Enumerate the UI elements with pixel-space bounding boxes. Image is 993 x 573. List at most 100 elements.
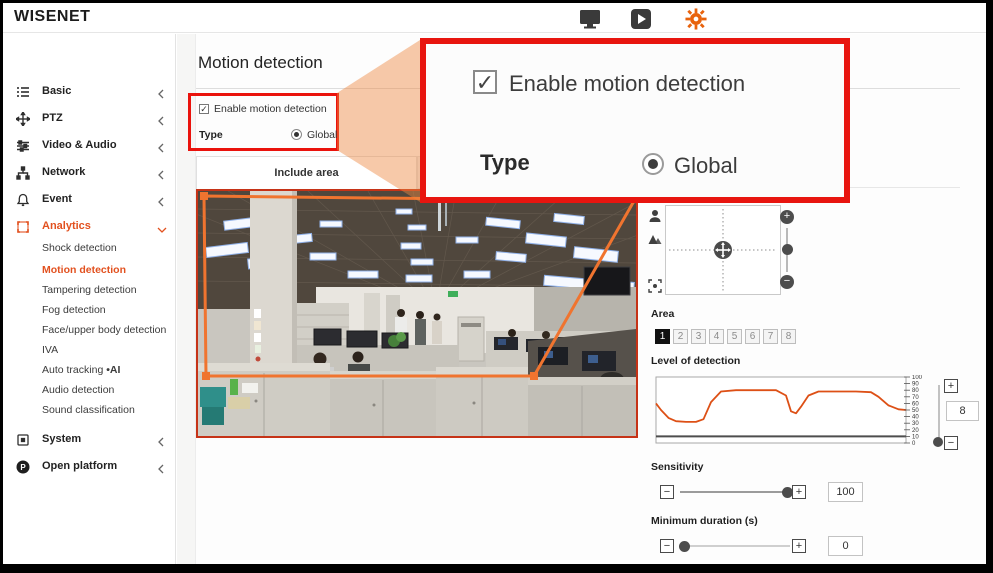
svg-text:20: 20 [912, 428, 919, 434]
area-button-3[interactable]: 3 [691, 329, 706, 344]
svg-text:80: 80 [912, 388, 919, 394]
sidebar-item-label: PTZ [42, 112, 63, 124]
sidebar-item-label: Basic [42, 85, 72, 97]
svg-text:70: 70 [912, 395, 919, 401]
sidebar-item-tampering-detection[interactable]: Tampering detection [3, 281, 176, 299]
sensitivity-value-box[interactable]: 100 [828, 482, 863, 502]
focus-icon[interactable] [648, 279, 662, 293]
sidebar-item-iva[interactable]: IVA [3, 341, 176, 359]
area-button-2[interactable]: 2 [673, 329, 688, 344]
sliders-icon [16, 139, 30, 153]
app-window: WISENET Basic PTZ Video & Audio Network … [0, 0, 993, 573]
sidebar-item-label: System [42, 433, 82, 445]
sidebar-item-event[interactable]: Event [3, 188, 176, 212]
sidebar-item-face-upper-body-detection[interactable]: Face/upper body detection [3, 321, 176, 339]
area-button-6[interactable]: 6 [745, 329, 760, 344]
chevron-left-icon [157, 86, 167, 99]
callout-radio-icon [642, 153, 664, 175]
area-button-1[interactable]: 1 [655, 329, 670, 344]
sidebar-item-label: Event [42, 193, 72, 205]
area-button-4[interactable]: 4 [709, 329, 724, 344]
sidebar-item-motion-detection[interactable]: Motion detection [3, 261, 176, 279]
zoom-in-button[interactable]: + [780, 210, 794, 224]
live-monitor-icon[interactable] [578, 8, 602, 30]
level-slider-track[interactable] [938, 385, 940, 443]
playback-icon[interactable] [629, 8, 653, 30]
level-of-detection-chart: 0102030405060708090100 [655, 375, 923, 447]
sensitivity-slider-handle[interactable] [782, 486, 793, 498]
min-duration-slider-handle[interactable] [679, 540, 690, 552]
area-button-5[interactable]: 5 [727, 329, 742, 344]
person-icon[interactable] [648, 209, 662, 223]
sidebar-item-open-platform[interactable]: P Open platform [3, 455, 176, 479]
mountain-icon[interactable] [648, 232, 662, 246]
min-duration-slider-track[interactable] [680, 545, 790, 547]
enable-motion-checkbox[interactable]: ✓ [199, 104, 209, 114]
ptz-move-icon [14, 110, 32, 128]
min-duration-increase-button[interactable]: + [792, 539, 806, 553]
logo-text: WISENET [14, 8, 91, 25]
level-value-box[interactable]: 8 [946, 401, 979, 421]
wisenet-logo: WISENET [14, 8, 90, 26]
sensitivity-label: Sensitivity [651, 461, 704, 473]
sidebar-item-auto-tracking[interactable]: Auto tracking •AI [3, 361, 176, 379]
level-slider-handle[interactable] [933, 437, 943, 447]
joystick-center-handle [714, 241, 732, 259]
area-button-8[interactable]: 8 [781, 329, 796, 344]
chevron-left-icon [157, 167, 167, 180]
svg-text:100: 100 [912, 375, 923, 381]
chevron-left-icon [157, 194, 167, 207]
sidebar-item-label: Video & Audio [42, 139, 117, 151]
svg-text:40: 40 [912, 415, 919, 421]
chevron-down-icon [157, 221, 167, 233]
settings-gear-icon[interactable] [684, 8, 708, 30]
type-global-radio[interactable] [291, 129, 302, 140]
min-duration-decrease-button[interactable]: − [660, 539, 674, 553]
ai-badge: •AI [106, 364, 121, 376]
sidebar-item-shock-detection[interactable]: Shock detection [3, 239, 176, 257]
svg-text:60: 60 [912, 401, 919, 407]
page-title: Motion detection [198, 53, 323, 72]
zoom-callout: ✓ Enable motion detection Type Global [420, 38, 850, 203]
tab-include-area[interactable]: Include area [196, 156, 417, 189]
sidebar-item-audio-detection[interactable]: Audio detection [3, 381, 176, 399]
chevron-left-icon [157, 461, 167, 474]
zoom-slider-handle[interactable] [781, 244, 793, 255]
sidebar-item-sound-classification[interactable]: Sound classification [3, 401, 176, 419]
level-increase-button[interactable]: + [944, 379, 958, 393]
sensitivity-slider-track[interactable] [680, 491, 790, 493]
sidebar-item-video-audio[interactable]: Video & Audio [3, 134, 176, 158]
sensitivity-increase-button[interactable]: + [792, 485, 806, 499]
camera-scene [137, 190, 759, 436]
min-duration-value-box[interactable]: 0 [828, 536, 863, 556]
sidebar: Basic PTZ Video & Audio Network Event An… [3, 34, 176, 564]
sidebar-item-system[interactable]: System [3, 428, 176, 452]
sidebar-item-network[interactable]: Network [3, 161, 176, 185]
sidebar-item-ptz[interactable]: PTZ [3, 107, 176, 131]
callout-type-label: Type [480, 150, 530, 175]
level-decrease-button[interactable]: − [944, 436, 958, 450]
motion-settings-annotated-box: ✓ Enable motion detection Type Global [188, 93, 339, 151]
svg-text:50: 50 [912, 408, 919, 414]
camera-preview[interactable] [137, 189, 759, 438]
bell-icon [16, 193, 30, 207]
svg-text:P: P [20, 463, 26, 472]
zoom-out-button[interactable]: − [780, 275, 794, 289]
area-button-7[interactable]: 7 [763, 329, 778, 344]
callout-global-label: Global [674, 153, 738, 178]
ptz-joystick-pad[interactable] [665, 205, 781, 295]
level-of-detection-label: Level of detection [651, 355, 741, 367]
sensitivity-decrease-button[interactable]: − [660, 485, 674, 499]
sidebar-item-label: Open platform [42, 460, 118, 472]
list-icon [16, 85, 30, 99]
sidebar-item-analytics[interactable]: Analytics [3, 215, 176, 239]
chevron-left-icon [157, 113, 167, 126]
sidebar-item-fog-detection[interactable]: Fog detection [3, 301, 176, 319]
chip-icon [16, 433, 30, 447]
svg-text:0: 0 [912, 441, 916, 447]
frame-icon [16, 220, 30, 234]
top-bar: WISENET [3, 3, 986, 33]
sidebar-item-basic[interactable]: Basic [3, 80, 176, 104]
svg-text:30: 30 [912, 421, 919, 427]
chevron-left-icon [157, 140, 167, 153]
